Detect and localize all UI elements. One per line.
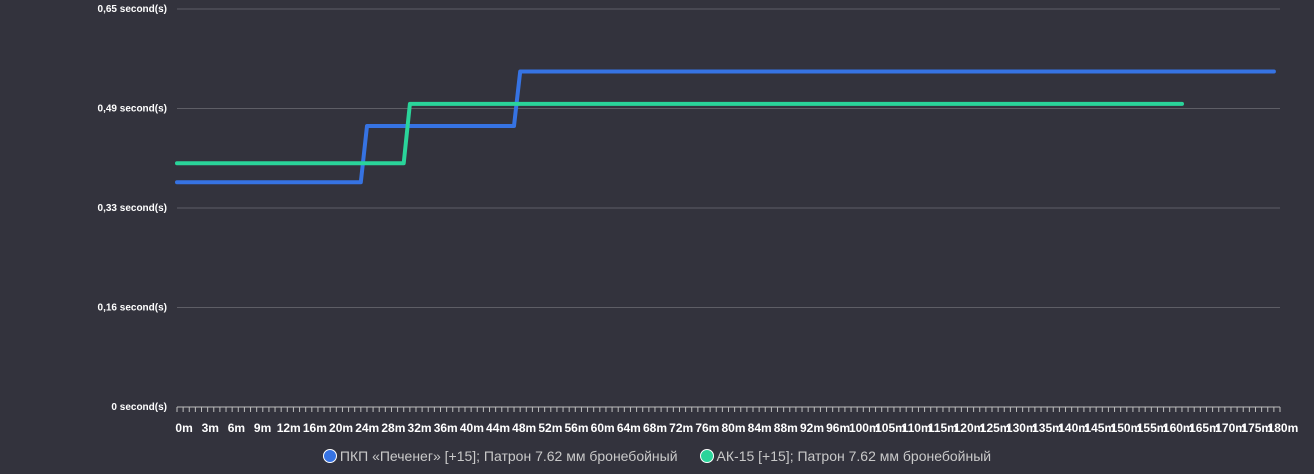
x-tick-label: 88m [774,421,798,435]
y-tick-label: 0,49 second(s) [98,104,167,115]
x-tick-label: 84m [748,421,772,435]
x-tick-label: 6m [228,421,245,435]
x-axis: 0m 3m 6m 9m 12m 16m 20m 24m 28m 32m 36m 40m 44m 48m 52… [175,406,1299,435]
x-tick-label: 12m [277,421,301,435]
x-tick-label: 48m [512,421,536,435]
x-tick-label: 72m [669,421,693,435]
x-tick-label: 68m [643,421,667,435]
x-tick-label: 3m [202,421,219,435]
x-tick-label: 92m [800,421,824,435]
line-chart: 0 second(s) 0,16 second(s) 0,33 second(s) 0… [98,4,1299,435]
y-tick-label: 0 second(s) [111,402,167,413]
y-tick-label: 0,33 second(s) [98,203,167,214]
x-tick-label: 60m [591,421,615,435]
grid-lines [177,8,1280,308]
x-tick-label: 80m [721,421,745,435]
x-tick-label: 44m [486,421,510,435]
x-tick-label: 52m [538,421,562,435]
y-tick-label: 0,16 second(s) [98,303,167,314]
legend-swatch-pkp [322,449,337,463]
x-tick-label: 64m [617,421,641,435]
x-tick-label: 32m [408,421,432,435]
x-tick-label: 0m [175,421,192,435]
legend-item-pkp[interactable]: ПКП «Печенег» [+15]; Патрон 7.62 мм брон… [322,448,678,464]
series-line-2 [175,101,1184,166]
legend-label-pkp: ПКП «Печенег» [+15]; Патрон 7.62 мм брон… [339,448,678,464]
x-tick-label: 180m [1268,421,1299,435]
x-tick-label: 24m [355,421,379,435]
series-line-1 [175,69,1276,185]
series-lines [175,69,1276,185]
legend-label-ak15: АК-15 [+15]; Патрон 7.62 мм бронебойный [716,448,992,464]
x-tick-label: 20m [329,421,353,435]
y-tick-label: 0,65 second(s) [98,4,167,15]
x-tick-label: 76m [695,421,719,435]
x-tick-label: 56m [565,421,589,435]
x-tick-label: 36m [434,421,458,435]
x-tick-label: 28m [381,421,405,435]
x-tick-label: 40m [460,421,484,435]
x-tick-label: 9m [254,421,271,435]
legend: ПКП «Печенег» [+15]; Патрон 7.62 мм брон… [0,446,1314,466]
y-axis: 0 second(s) 0,16 second(s) 0,33 second(s) 0… [98,4,167,413]
legend-item-ak15[interactable]: АК-15 [+15]; Патрон 7.62 мм бронебойный [699,448,992,464]
x-tick-label: 16m [303,421,327,435]
x-tick-label: 96m [826,421,850,435]
legend-swatch-ak15 [699,449,714,463]
